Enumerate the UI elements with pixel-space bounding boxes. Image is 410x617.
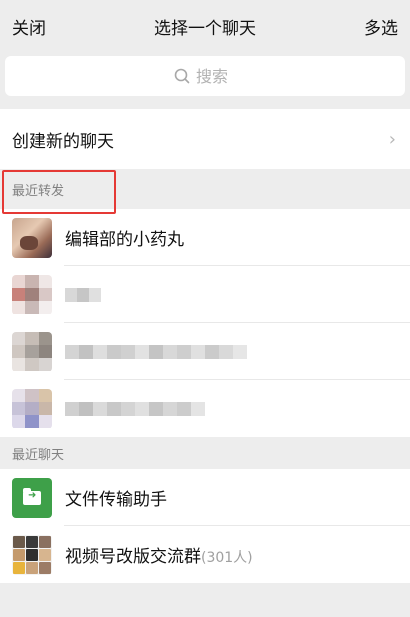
avatar [12,217,52,258]
search-bar [0,52,410,106]
section-recent-forward: 最近转发 [0,169,410,214]
list-item-blurred[interactable] [0,266,410,323]
member-count: (301人) [201,550,253,566]
blurred-name [65,344,247,359]
list-item[interactable]: 编辑部的小药丸 [0,209,410,266]
search-box[interactable] [5,56,405,96]
create-new-chat-label: 创建新的聊天 [12,131,114,152]
highlight-box [2,170,116,214]
section-recent-chats-label: 最近聊天 [12,447,65,463]
section-recent-chats: 最近聊天 [0,437,410,469]
create-new-chat-button[interactable]: 创建新的聊天 › [0,109,410,169]
list-item-blurred[interactable] [0,380,410,437]
group-name: 视频号改版交流群 [65,547,201,567]
multi-select-button[interactable]: 多选 [364,14,398,39]
recent-forward-list: 编辑部的小药丸 [0,209,410,437]
list-item-blurred[interactable] [0,323,410,380]
avatar-blurred [12,331,52,372]
group-avatar [12,534,52,575]
file-transfer-icon [12,477,52,518]
blurred-name [65,287,101,302]
avatar-blurred [12,388,52,429]
chevron-right-icon: › [388,128,396,150]
list-item[interactable]: 视频号改版交流群(301人) [0,526,410,583]
chat-name: 编辑部的小药丸 [65,230,184,250]
blurred-name [65,401,205,416]
list-item[interactable]: 文件传输助手 [0,469,410,526]
page-title: 选择一个聊天 [154,18,256,39]
navbar: 关闭 选择一个聊天 多选 [0,0,410,52]
chat-name: 文件传输助手 [65,490,167,510]
close-button[interactable]: 关闭 [12,14,46,39]
chat-name: 视频号改版交流群(301人) [65,542,253,567]
recent-chats-list: 文件传输助手 视频号改版交流群(301人) [0,469,410,583]
search-icon [174,68,190,84]
search-input[interactable] [196,66,236,86]
avatar-blurred [12,274,52,315]
